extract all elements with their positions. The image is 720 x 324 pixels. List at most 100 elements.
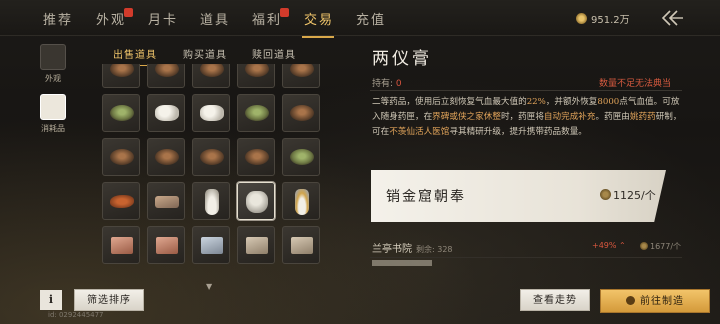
item-slot[interactable] [147, 182, 185, 220]
item-description: 二等药品，使用后立刻恢复气血最大值的22%，并额外恢复8000点气血值。可放入随… [372, 95, 682, 140]
item-slot[interactable] [237, 226, 275, 264]
item-slot[interactable] [282, 94, 320, 132]
roast-bird-icon [110, 195, 134, 208]
item-slot[interactable] [192, 94, 230, 132]
item-slot[interactable] [147, 94, 185, 132]
soup-icon [290, 149, 314, 165]
description-text: 寻其精研升级，提升携带药品数量。 [449, 127, 587, 137]
bottle-icon [205, 189, 219, 215]
coin-icon [640, 242, 648, 250]
item-slot[interactable] [102, 64, 140, 88]
info-button[interactable]: i [40, 290, 62, 310]
soup-icon [110, 105, 134, 121]
craft-icon [626, 296, 635, 305]
sidebar-item-label: 外观 [45, 74, 61, 83]
item-slot[interactable] [147, 64, 185, 88]
item-grid [100, 64, 328, 268]
shop-price: 1677/个 [640, 241, 681, 252]
item-slot-selected[interactable] [237, 182, 275, 220]
scroll-down-icon[interactable]: ▼ [206, 282, 212, 291]
subtab-sell-items[interactable]: 出售道具 [113, 46, 157, 66]
dish-icon [110, 149, 134, 165]
description-text: ，并额外恢复 [545, 97, 598, 107]
bun-icon [200, 105, 224, 121]
warning-text: 数量不足无法典当 [599, 79, 672, 89]
item-slot[interactable] [192, 138, 230, 176]
tea-icon [245, 105, 269, 121]
best-price-value: 1125/个 [613, 189, 656, 202]
jar-icon [246, 191, 268, 213]
best-shop-name: 销金窟朝奉 [386, 189, 466, 205]
divider [370, 90, 682, 91]
description-highlight: 22% [526, 97, 546, 107]
sidebar-item-label: 消耗品 [41, 124, 65, 133]
item-slot[interactable] [102, 94, 140, 132]
subtab-buy-items[interactable]: 购买道具 [183, 46, 227, 61]
tab-trade[interactable]: 交易 [301, 9, 335, 38]
scroll-icon [201, 237, 223, 254]
item-title: 两仪膏 [372, 49, 432, 69]
best-price: 1125/个 [600, 187, 656, 203]
item-slot[interactable] [282, 226, 320, 264]
price-change: +49% ⌃ [592, 241, 626, 250]
item-slot[interactable] [282, 64, 320, 88]
item-slot[interactable] [237, 138, 275, 176]
currency-display: 951.2万 [576, 11, 630, 26]
top-nav: 推荐 外观 月卡 道具 福利 交易 充值 951.2万 [0, 0, 720, 38]
description-highlight: 8000 [597, 97, 620, 107]
description-text: 。药匣由 [595, 112, 630, 122]
dish-icon [245, 149, 269, 165]
dish-icon [290, 105, 314, 121]
item-slot[interactable] [192, 226, 230, 264]
item-slot[interactable] [237, 94, 275, 132]
shop-row-partial[interactable] [370, 260, 682, 270]
description-text: 二等药品，使用后立刻恢复气血最大值的 [372, 97, 527, 107]
view-trend-button[interactable]: 查看走势 [520, 289, 590, 311]
go-craft-button[interactable]: 前往制造 [600, 289, 710, 313]
pot-icon [40, 94, 66, 120]
notification-dot [280, 8, 289, 17]
price-change-value: +49% [592, 241, 617, 250]
item-slot[interactable] [192, 182, 230, 220]
description-highlight: 不羡仙活人医馆 [389, 127, 450, 137]
item-slot[interactable] [102, 138, 140, 176]
tab-monthly-card[interactable]: 月卡 [148, 9, 178, 28]
description-highlight: 姚药药 [629, 112, 656, 122]
sidebar-item-appearance[interactable]: 外观 [38, 44, 68, 84]
player-id: id: 0292445477 [48, 311, 104, 319]
dish-icon [155, 64, 179, 77]
item-slot[interactable] [192, 64, 230, 88]
owned-value: 0 [395, 79, 402, 89]
item-slot[interactable] [102, 182, 140, 220]
rice-icon [155, 105, 179, 121]
item-slot[interactable] [282, 138, 320, 176]
item-slot[interactable] [282, 182, 320, 220]
subtab-redeem-items[interactable]: 赎回道具 [252, 46, 296, 61]
scroll-icon [156, 237, 178, 254]
shop-name-cut [372, 260, 432, 266]
shop-stock: 剩余: 328 [416, 245, 453, 254]
tab-recommend[interactable]: 推荐 [43, 9, 73, 28]
robe-icon [40, 44, 66, 70]
sidebar-item-consumables[interactable]: 消耗品 [38, 94, 68, 134]
dish-icon [155, 149, 179, 165]
tab-welfare[interactable]: 福利 [252, 9, 282, 28]
dish-icon [200, 149, 224, 165]
tab-appearance[interactable]: 外观 [96, 9, 126, 28]
description-text: 时，药匣将 [500, 112, 544, 122]
scroll-icon [291, 237, 313, 254]
filter-sort-button[interactable]: 筛选排序 [74, 289, 144, 311]
back-arrow-icon[interactable] [660, 8, 684, 28]
arrow-up-icon: ⌃ [619, 241, 626, 250]
gourd-icon [295, 189, 309, 215]
item-slot[interactable] [147, 138, 185, 176]
shop-row[interactable]: 兰亭书院 剩余: 328 +49% ⌃ 1677/个 [370, 236, 682, 258]
tab-items[interactable]: 道具 [200, 9, 230, 28]
dish-icon [110, 64, 134, 77]
item-slot[interactable] [147, 226, 185, 264]
scroll-icon [246, 237, 268, 254]
shop-name-text: 兰亭书院 [372, 244, 412, 255]
item-slot[interactable] [102, 226, 140, 264]
tab-recharge[interactable]: 充值 [356, 9, 386, 28]
item-slot[interactable] [237, 64, 275, 88]
